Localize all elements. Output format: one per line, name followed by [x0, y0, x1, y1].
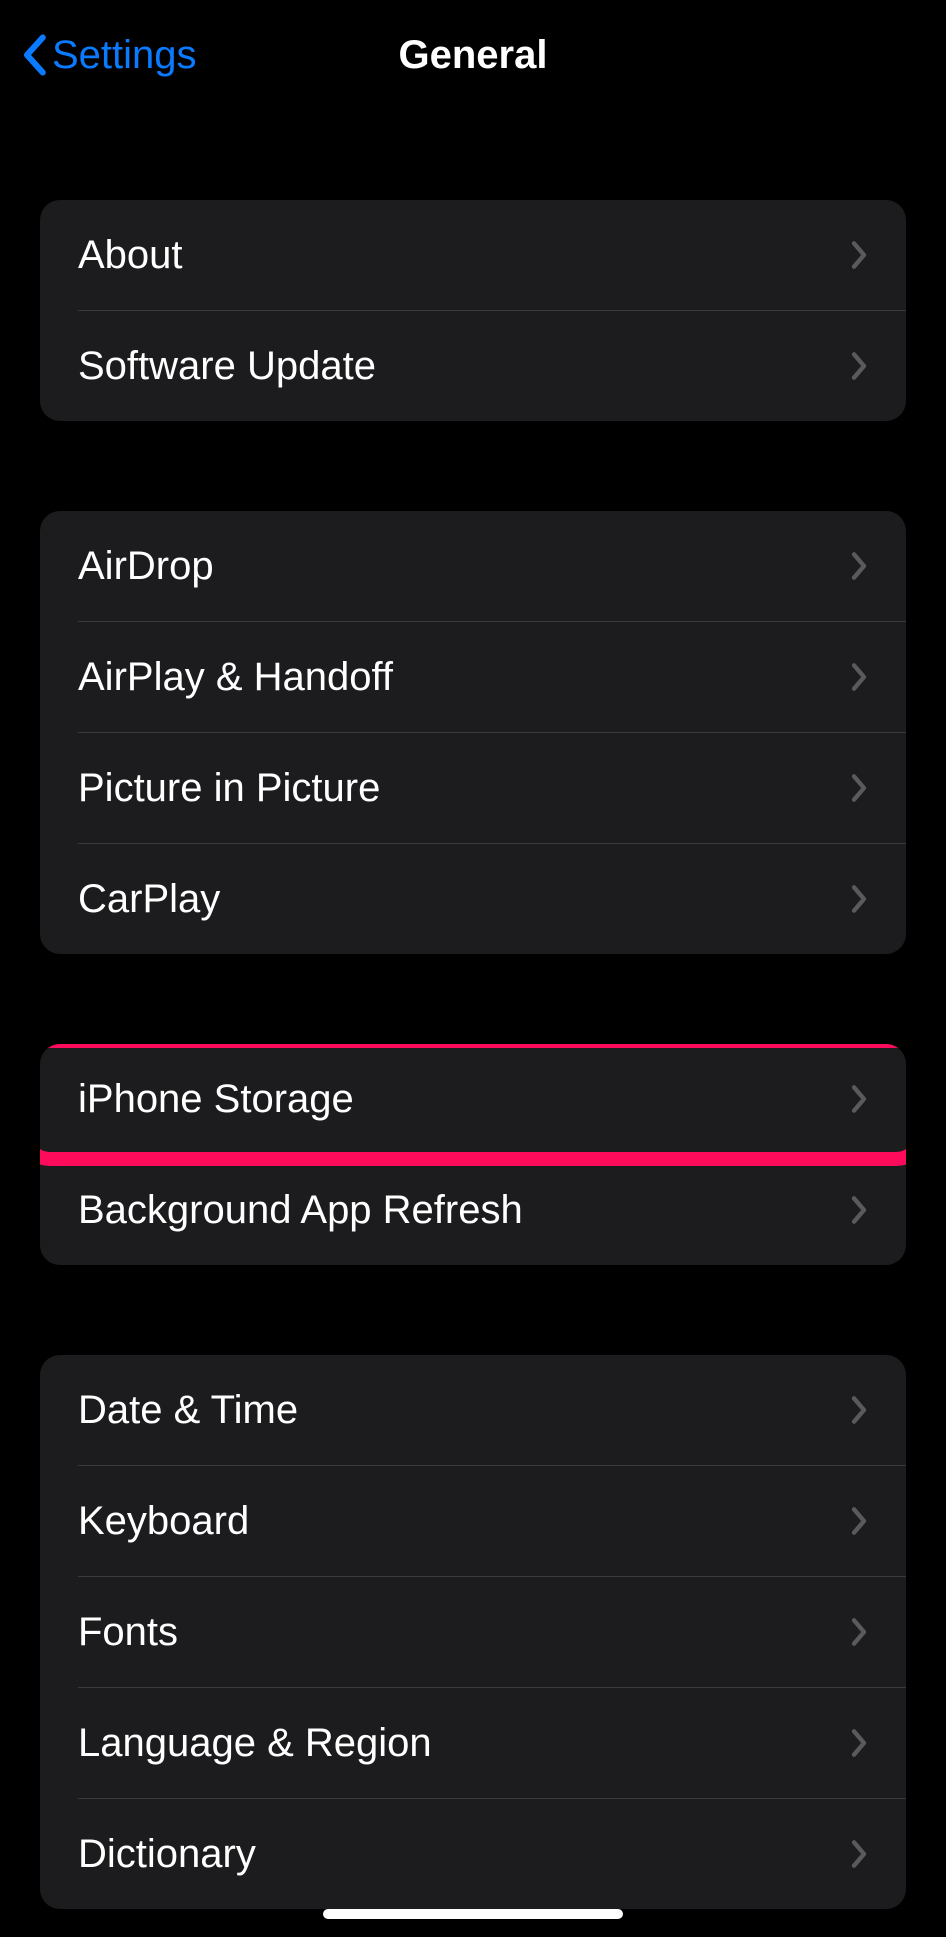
- row-label: Background App Refresh: [78, 1188, 523, 1233]
- row-carplay[interactable]: CarPlay: [40, 844, 906, 954]
- row-iphone-storage[interactable]: iPhone Storage: [40, 1044, 906, 1154]
- chevron-right-icon: [850, 1506, 868, 1536]
- row-label: Software Update: [78, 344, 376, 389]
- row-software-update[interactable]: Software Update: [40, 311, 906, 421]
- back-label: Settings: [52, 33, 197, 78]
- row-label: Date & Time: [78, 1388, 298, 1433]
- row-about[interactable]: About: [40, 200, 906, 310]
- row-language-region[interactable]: Language & Region: [40, 1688, 906, 1798]
- row-label: Dictionary: [78, 1832, 256, 1877]
- home-indicator[interactable]: [323, 1909, 623, 1919]
- chevron-right-icon: [850, 351, 868, 381]
- section-storage: iPhone Storage Background App Refresh: [40, 1044, 906, 1265]
- chevron-left-icon: [20, 34, 48, 76]
- section-system: Date & Time Keyboard Fonts Language & Re…: [40, 1355, 906, 1909]
- row-label: iPhone Storage: [78, 1077, 354, 1122]
- row-airplay-handoff[interactable]: AirPlay & Handoff: [40, 622, 906, 732]
- row-label: Fonts: [78, 1610, 178, 1655]
- row-keyboard[interactable]: Keyboard: [40, 1466, 906, 1576]
- row-label: AirDrop: [78, 544, 214, 589]
- chevron-right-icon: [850, 884, 868, 914]
- row-label: AirPlay & Handoff: [78, 655, 393, 700]
- chevron-right-icon: [850, 1395, 868, 1425]
- row-fonts[interactable]: Fonts: [40, 1577, 906, 1687]
- page-title: General: [399, 33, 548, 78]
- row-dictionary[interactable]: Dictionary: [40, 1799, 906, 1909]
- chevron-right-icon: [850, 1617, 868, 1647]
- row-date-time[interactable]: Date & Time: [40, 1355, 906, 1465]
- back-button[interactable]: Settings: [20, 33, 197, 78]
- chevron-right-icon: [850, 773, 868, 803]
- navigation-bar: Settings General: [0, 0, 946, 110]
- row-background-app-refresh[interactable]: Background App Refresh: [40, 1155, 906, 1265]
- content-area: About Software Update AirDrop AirPlay & …: [0, 200, 946, 1909]
- row-picture-in-picture[interactable]: Picture in Picture: [40, 733, 906, 843]
- section-about: About Software Update: [40, 200, 906, 421]
- chevron-right-icon: [850, 1728, 868, 1758]
- row-airdrop[interactable]: AirDrop: [40, 511, 906, 621]
- chevron-right-icon: [850, 1084, 868, 1114]
- row-label: Language & Region: [78, 1721, 432, 1766]
- section-connectivity: AirDrop AirPlay & Handoff Picture in Pic…: [40, 511, 906, 954]
- row-label: CarPlay: [78, 877, 220, 922]
- row-label: About: [78, 233, 183, 278]
- row-label: Keyboard: [78, 1499, 249, 1544]
- chevron-right-icon: [850, 1195, 868, 1225]
- chevron-right-icon: [850, 240, 868, 270]
- chevron-right-icon: [850, 1839, 868, 1869]
- row-label: Picture in Picture: [78, 766, 380, 811]
- chevron-right-icon: [850, 662, 868, 692]
- chevron-right-icon: [850, 551, 868, 581]
